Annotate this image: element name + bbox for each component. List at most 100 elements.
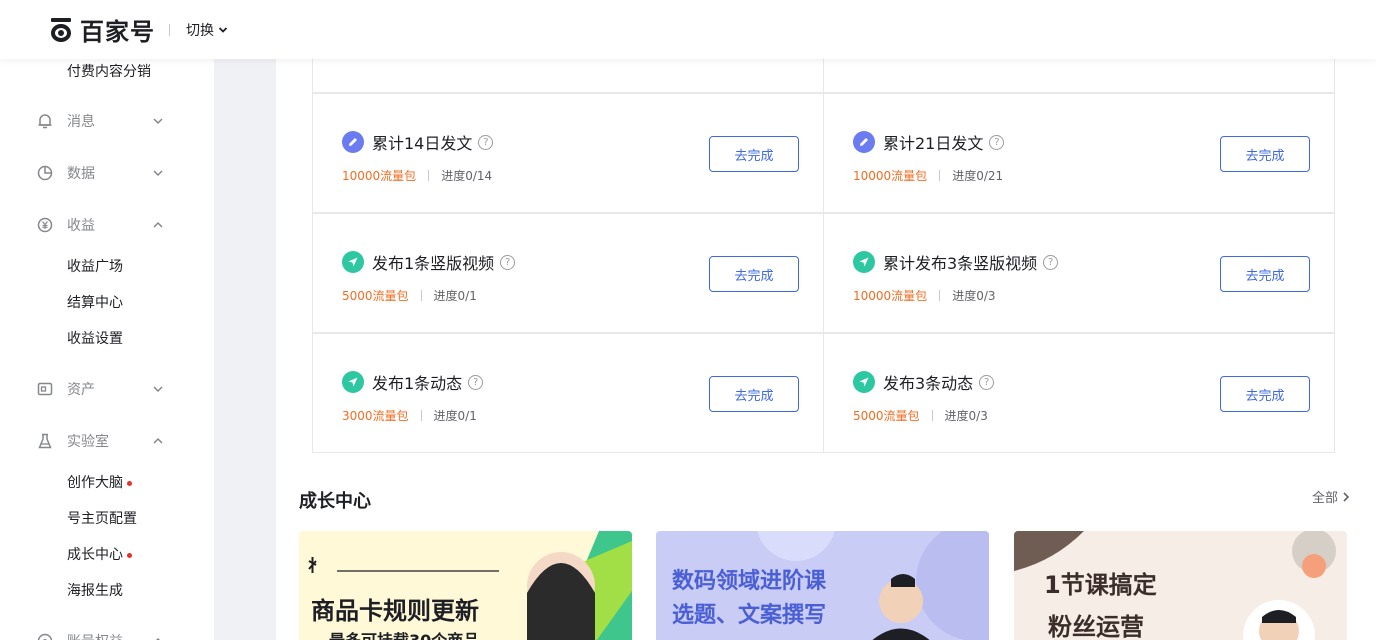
course-card-subtitle: 粉丝运营 <box>1048 613 1144 640</box>
course-card-title: 商品卡规则更新 <box>311 597 479 625</box>
baijiahao-logo[interactable]: 百家号 <box>50 12 155 47</box>
pencil-icon <box>342 131 364 153</box>
task-progress: 进度0/1 <box>433 289 477 303</box>
task-reward: 10000流量包 <box>342 169 417 183</box>
course-card[interactable]: 数码领域进阶课 选题、文案撰写 <box>656 531 989 640</box>
chevron-down-icon <box>153 386 163 393</box>
sidebar-item-creation-brain[interactable]: 创作大脑 <box>67 472 132 492</box>
sidebar-group-messages[interactable]: 消息 <box>36 111 164 131</box>
topbar-divider <box>169 23 170 36</box>
task-card: 累计14日发文 ? 10000流量包 进度0/14 去完成 <box>312 93 824 213</box>
sidebar-item-growth-center[interactable]: 成长中心 <box>67 544 132 564</box>
notification-dot <box>127 480 132 486</box>
sidebar-item-income-settings[interactable]: 收益设置 <box>67 328 123 348</box>
section-title-growth-center: 成长中心 <box>299 491 371 512</box>
task-card: 发布1条动态 ? 3000流量包 进度0/1 去完成 <box>312 333 824 453</box>
sidebar-group-data[interactable]: 数据 <box>36 163 164 183</box>
bell-icon <box>36 112 54 130</box>
chevron-up-icon <box>155 637 161 640</box>
send-icon <box>342 371 364 393</box>
sidebar-group-lab[interactable]: 实验室 <box>36 431 164 451</box>
course-card-title: 数码领域进阶课 <box>672 569 827 594</box>
complete-task-button[interactable]: 去完成 <box>709 256 799 292</box>
task-title: 发布1条动态 <box>372 374 463 393</box>
course-card[interactable]: 1节课搞定 粉丝运营 <box>1014 531 1347 640</box>
complete-task-button[interactable]: 去完成 <box>1220 136 1310 172</box>
sidebar: 付费内容分销 消息 数据 收益 收益广场 结算中心 收益设置 资产 实验室 创作… <box>0 59 214 640</box>
chevron-right-icon <box>1343 491 1350 502</box>
task-progress: 进度0/3 <box>944 409 988 423</box>
help-icon[interactable]: ? <box>500 254 516 270</box>
complete-task-button[interactable]: 去完成 <box>1220 376 1310 412</box>
pencil-icon <box>853 131 875 153</box>
chevron-down-icon <box>153 118 163 125</box>
sidebar-group-label: 消息 <box>67 114 95 130</box>
pie-chart-icon <box>36 164 54 182</box>
sidebar-group-assets[interactable]: 资产 <box>36 379 164 399</box>
sidebar-item-label: 成长中心 <box>67 547 123 563</box>
switch-label: 切换 <box>186 22 214 39</box>
task-card: 发布3条动态 ? 5000流量包 进度0/3 去完成 <box>823 333 1335 453</box>
course-card-subtitle: 最多可挂载30个商品 <box>329 627 479 640</box>
sidebar-group-income[interactable]: 收益 <box>36 215 164 235</box>
send-icon <box>853 371 875 393</box>
send-icon <box>853 251 875 273</box>
task-reward: 5000流量包 <box>853 409 920 423</box>
course-card-title: 1节课搞定 <box>1044 571 1157 599</box>
flask-icon <box>36 432 54 450</box>
chevron-down-icon <box>218 26 228 33</box>
yuan-coin-icon <box>36 216 54 234</box>
sidebar-item-income-plaza[interactable]: 收益广场 <box>67 256 123 276</box>
task-title: 累计发布3条竖版视频 <box>883 254 1038 273</box>
help-icon[interactable]: ? <box>979 374 995 390</box>
task-reward: 5000流量包 <box>342 289 409 303</box>
meta-divider <box>428 170 430 181</box>
help-icon[interactable]: ? <box>478 134 494 150</box>
help-icon[interactable]: ? <box>468 374 484 390</box>
logo-text: 百家号 <box>80 18 155 46</box>
wallet-icon <box>36 380 54 398</box>
sidebar-group-account-rights[interactable]: 账号权益 <box>36 631 164 640</box>
sidebar-group-label: 账号权益 <box>67 631 152 640</box>
complete-task-button[interactable]: 去完成 <box>709 376 799 412</box>
meta-divider <box>420 290 422 301</box>
chevron-up-icon <box>153 221 163 228</box>
task-progress: 进度0/1 <box>433 409 477 423</box>
top-bar: 百家号 切换 <box>0 0 1376 59</box>
sidebar-item-paid-content-distribution[interactable]: 付费内容分销 <box>67 61 151 81</box>
switch-account-button[interactable]: 切换 <box>186 20 228 40</box>
notification-dot <box>127 552 132 558</box>
task-reward: 10000流量包 <box>853 169 928 183</box>
task-progress: 进度0/21 <box>952 169 1004 183</box>
task-title: 累计14日发文 <box>372 134 473 153</box>
sidebar-item-poster-generation[interactable]: 海报生成 <box>67 580 123 600</box>
complete-task-button[interactable]: 去完成 <box>709 136 799 172</box>
chevron-down-icon <box>153 170 163 177</box>
send-icon <box>342 251 364 273</box>
chevron-up-icon <box>153 437 163 444</box>
view-all-link[interactable]: 全部 <box>1312 487 1350 506</box>
target-icon <box>36 632 54 640</box>
sidebar-group-label: 收益 <box>67 218 95 234</box>
course-card[interactable]: 商品卡规则更新 最多可挂载30个商品 <box>299 531 632 640</box>
sidebar-item-homepage-config[interactable]: 号主页配置 <box>67 508 137 528</box>
task-title: 发布3条动态 <box>883 374 974 393</box>
logo-icon <box>50 17 72 42</box>
complete-task-button[interactable]: 去完成 <box>1220 256 1310 292</box>
help-icon[interactable]: ? <box>1043 254 1059 270</box>
meta-divider <box>931 410 933 421</box>
task-reward: 10000流量包 <box>853 289 928 303</box>
sidebar-group-label: 实验室 <box>67 434 109 450</box>
course-card-subtitle: 选题、文案撰写 <box>672 603 827 628</box>
meta-divider <box>939 290 941 301</box>
task-card: 累计发布3条竖版视频 ? 10000流量包 进度0/3 去完成 <box>823 213 1335 333</box>
task-title: 累计21日发文 <box>883 134 984 153</box>
sidebar-item-label: 创作大脑 <box>67 475 123 491</box>
help-icon[interactable]: ? <box>989 134 1005 150</box>
sidebar-item-settlement-center[interactable]: 结算中心 <box>67 292 123 312</box>
view-all-label: 全部 <box>1311 491 1338 506</box>
task-title: 发布1条竖版视频 <box>372 254 495 273</box>
meta-divider <box>420 410 422 421</box>
task-card: 累计21日发文 ? 10000流量包 进度0/21 去完成 <box>823 93 1335 213</box>
task-reward: 3000流量包 <box>342 409 409 423</box>
